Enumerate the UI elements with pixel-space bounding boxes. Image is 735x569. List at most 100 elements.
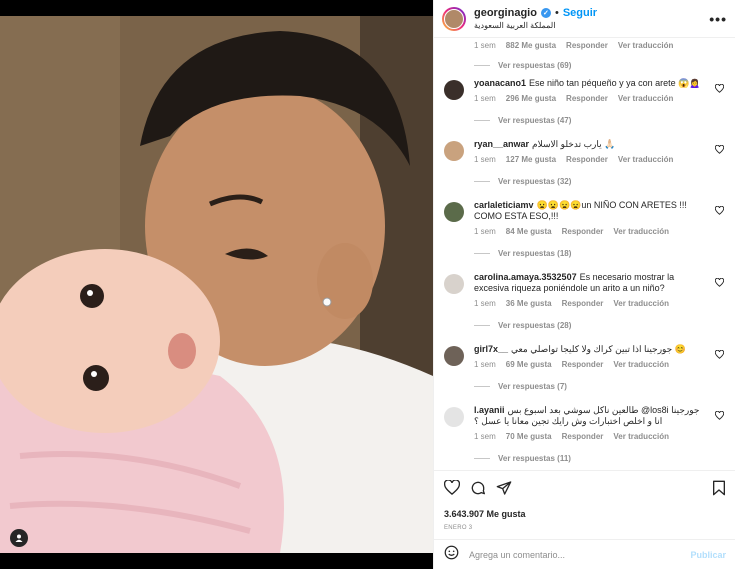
commenter-avatar[interactable] bbox=[444, 407, 464, 427]
reply-button[interactable]: Responder bbox=[562, 227, 604, 236]
reply-button[interactable]: Responder bbox=[562, 360, 604, 369]
comment-heart-icon[interactable] bbox=[714, 349, 725, 361]
comment-actions: 1 sem 70 Me gusta Responder Ver traducci… bbox=[474, 432, 706, 441]
commenter-avatar[interactable] bbox=[444, 274, 464, 294]
comment-fragment: 1 sem 882 Me gusta Responder Ver traducc… bbox=[444, 38, 726, 70]
author-username[interactable]: georginagio bbox=[474, 7, 537, 19]
reply-button[interactable]: Responder bbox=[562, 432, 604, 441]
share-icon[interactable] bbox=[496, 480, 512, 501]
comment-heart-icon[interactable] bbox=[714, 205, 725, 217]
view-replies-label: Ver respuestas (11) bbox=[498, 453, 571, 463]
view-replies-button[interactable]: Ver respuestas (11) bbox=[444, 451, 726, 465]
comment-time[interactable]: 1 sem bbox=[474, 41, 496, 50]
translate-button[interactable]: Ver traducción bbox=[613, 432, 669, 441]
comment-actions: 1 sem 69 Me gusta Responder Ver traducci… bbox=[474, 360, 706, 369]
commenter-username[interactable]: carlaleticiamv bbox=[474, 200, 534, 210]
post-media-panel bbox=[0, 0, 433, 569]
commenter-avatar[interactable] bbox=[444, 141, 464, 161]
comment-likes[interactable]: 882 Me gusta bbox=[506, 41, 556, 50]
comment-likes[interactable]: 296 Me gusta bbox=[506, 94, 556, 103]
post-sidebar: georginagio ✓ • Seguir المملكة العربية ا… bbox=[433, 0, 735, 569]
translate-button[interactable]: Ver traducción bbox=[618, 41, 674, 50]
view-replies-label: Ver respuestas (32) bbox=[498, 176, 572, 186]
translate-button[interactable]: Ver traducción bbox=[618, 155, 674, 164]
comment-heart-icon[interactable] bbox=[714, 83, 725, 95]
post-location[interactable]: المملكة العربية السعودية bbox=[474, 21, 709, 30]
post-date[interactable]: ENERO 3 bbox=[444, 525, 726, 531]
view-replies-button[interactable]: Ver respuestas (69) bbox=[474, 58, 726, 72]
translate-button[interactable]: Ver traducción bbox=[613, 360, 669, 369]
comment-likes[interactable]: 36 Me gusta bbox=[506, 299, 552, 308]
comment-time[interactable]: 1 sem bbox=[474, 227, 496, 236]
reply-button[interactable]: Responder bbox=[566, 94, 608, 103]
view-replies-button[interactable]: Ver respuestas (32) bbox=[444, 174, 726, 188]
comment-row: girl7x__ جورجينا اذا تبين كراك ولا كليجا … bbox=[444, 344, 726, 369]
view-replies-label: Ver respuestas (28) bbox=[498, 320, 572, 330]
comment-likes[interactable]: 70 Me gusta bbox=[506, 432, 552, 441]
comment-heart-icon[interactable] bbox=[714, 144, 725, 156]
view-replies-button[interactable]: Ver respuestas (18) bbox=[444, 246, 726, 260]
commenter-avatar[interactable] bbox=[444, 346, 464, 366]
comment-time[interactable]: 1 sem bbox=[474, 360, 496, 369]
comment-item: yoanacano1 Ese niño tan péqueño y ya con … bbox=[444, 78, 726, 127]
comment-time[interactable]: 1 sem bbox=[474, 299, 496, 308]
comment-text: carlaleticiamv 😦😦😦😦un NIÑO CON ARETES !!!… bbox=[474, 200, 706, 222]
comment-time[interactable]: 1 sem bbox=[474, 155, 496, 164]
bookmark-icon[interactable] bbox=[712, 480, 726, 501]
comment-text: ryan__anwar يارب تدخلو الاسلام 🙏🏻 bbox=[474, 139, 706, 150]
more-icon[interactable]: ••• bbox=[709, 11, 727, 27]
translate-button[interactable]: Ver traducción bbox=[613, 299, 669, 308]
comment-icon[interactable] bbox=[470, 480, 486, 501]
photo-illustration bbox=[0, 16, 433, 553]
comment-time[interactable]: 1 sem bbox=[474, 432, 496, 441]
view-replies-label: Ver respuestas (7) bbox=[498, 381, 567, 391]
comment-text: yoanacano1 Ese niño tan péqueño y ya con … bbox=[474, 78, 706, 89]
comment-likes[interactable]: 127 Me gusta bbox=[506, 155, 556, 164]
post-photo[interactable] bbox=[0, 16, 433, 553]
commenter-username[interactable]: yoanacano1 bbox=[474, 78, 526, 88]
view-replies-label: Ver respuestas (69) bbox=[498, 60, 572, 70]
translate-button[interactable]: Ver traducción bbox=[613, 227, 669, 236]
commenter-username[interactable]: ryan__anwar bbox=[474, 139, 529, 149]
comment-item: carlaleticiamv 😦😦😦😦un NIÑO CON ARETES !!!… bbox=[444, 200, 726, 260]
comment-item: l.ayanii طالعين ناكل سوشي بعد اسبوع بس @l… bbox=[444, 405, 726, 465]
comment-item: carolina.amaya.3532507 Es necesario mostr… bbox=[444, 272, 726, 332]
emoji-icon[interactable] bbox=[444, 545, 459, 565]
comment-likes[interactable]: 69 Me gusta bbox=[506, 360, 552, 369]
commenter-username[interactable]: girl7x__ bbox=[474, 344, 508, 354]
comment-row: ryan__anwar يارب تدخلو الاسلام 🙏🏻 1 sem 1… bbox=[444, 139, 726, 164]
comment-row: l.ayanii طالعين ناكل سوشي بعد اسبوع بس @l… bbox=[444, 405, 726, 441]
comment-heart-icon[interactable] bbox=[714, 410, 725, 422]
post-comment-button[interactable]: Publicar bbox=[690, 550, 726, 560]
view-replies-button[interactable]: Ver respuestas (28) bbox=[444, 318, 726, 332]
user-tag-icon[interactable] bbox=[10, 529, 28, 547]
reply-button[interactable]: Responder bbox=[562, 299, 604, 308]
comment-body: طالعين ناكل سوشي بعد اسبوع بس @los8i جور… bbox=[474, 405, 700, 426]
comment-body: Ese niño tan péqueño y ya con arete 😱🙍‍♀… bbox=[529, 78, 701, 88]
commenter-avatar[interactable] bbox=[444, 202, 464, 222]
heart-icon[interactable] bbox=[443, 479, 461, 500]
reply-button[interactable]: Responder bbox=[566, 41, 608, 50]
comment-input[interactable] bbox=[469, 549, 691, 560]
comment-row: yoanacano1 Ese niño tan péqueño y ya con … bbox=[444, 78, 726, 103]
comment-likes[interactable]: 84 Me gusta bbox=[506, 227, 552, 236]
comments-list[interactable]: 1 sem 882 Me gusta Responder Ver traducc… bbox=[434, 38, 735, 470]
view-replies-button[interactable]: Ver respuestas (7) bbox=[444, 379, 726, 393]
follow-button[interactable]: Seguir bbox=[563, 7, 597, 19]
comment-text: girl7x__ جورجينا اذا تبين كراك ولا كليجا … bbox=[474, 344, 706, 355]
commenter-username[interactable]: carolina.amaya.3532507 bbox=[474, 272, 577, 282]
comment-heart-icon[interactable] bbox=[714, 277, 725, 289]
view-replies-label: Ver respuestas (18) bbox=[498, 248, 572, 258]
comment-actions: 1 sem 127 Me gusta Responder Ver traducc… bbox=[474, 155, 706, 164]
comment-row: carlaleticiamv 😦😦😦😦un NIÑO CON ARETES !!!… bbox=[444, 200, 726, 236]
commenter-username[interactable]: l.ayanii bbox=[474, 405, 505, 415]
reply-button[interactable]: Responder bbox=[566, 155, 608, 164]
author-avatar[interactable] bbox=[442, 6, 466, 31]
post-header: georginagio ✓ • Seguir المملكة العربية ا… bbox=[434, 0, 735, 38]
view-replies-button[interactable]: Ver respuestas (47) bbox=[444, 113, 726, 127]
comment-time[interactable]: 1 sem bbox=[474, 94, 496, 103]
commenter-avatar[interactable] bbox=[444, 80, 464, 100]
comment-body: يارب تدخلو الاسلام 🙏🏻 bbox=[532, 139, 616, 149]
post-likes-count[interactable]: 3.643.907 Me gusta bbox=[444, 509, 726, 519]
translate-button[interactable]: Ver traducción bbox=[618, 94, 674, 103]
